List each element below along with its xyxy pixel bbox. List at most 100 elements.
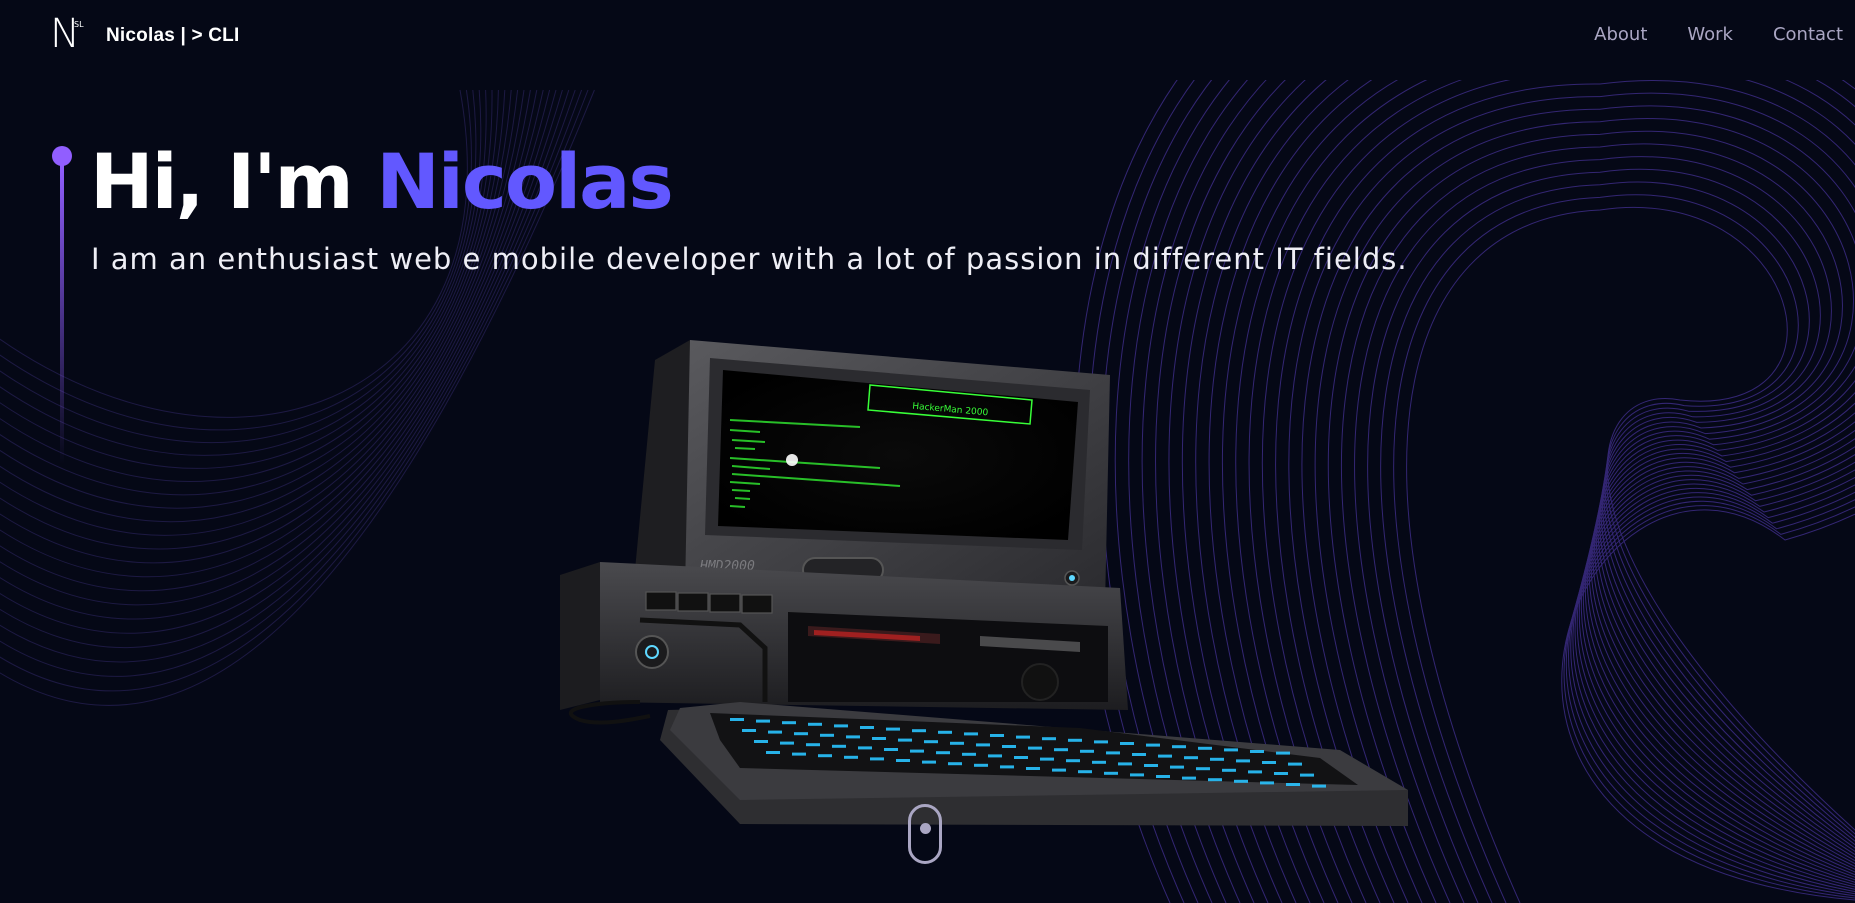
key-light: [1248, 770, 1262, 774]
key-light: [896, 759, 910, 762]
key-light: [1054, 748, 1068, 752]
key-light: [1156, 775, 1170, 778]
key-light: [846, 735, 860, 739]
key-light: [1210, 757, 1224, 761]
key-light: [1276, 751, 1290, 755]
key-light: [1104, 771, 1118, 775]
key-light: [872, 737, 886, 740]
key-light: [820, 733, 834, 737]
key-light: [936, 751, 950, 755]
key-light: [780, 741, 794, 745]
key-light: [792, 752, 806, 756]
key-light: [1312, 784, 1326, 788]
key-light: [1198, 746, 1212, 750]
monitor-side: [635, 340, 690, 590]
key-light: [1092, 760, 1106, 764]
key-light: [1274, 772, 1288, 775]
scroll-indicator-dot: [919, 823, 931, 834]
key-light: [948, 762, 962, 766]
key-light: [1222, 768, 1236, 772]
hero-greeting: Hi, I'm: [90, 137, 377, 226]
key-light: [886, 727, 900, 731]
base-case-side: [560, 562, 600, 710]
key-light: [1094, 740, 1108, 744]
key-light: [1002, 745, 1016, 748]
key-light: [1286, 783, 1300, 786]
key-light: [1118, 762, 1132, 766]
key-light: [806, 743, 820, 747]
key-light: [754, 740, 768, 743]
key-light: [1300, 773, 1314, 777]
top-navbar: N SL Nicolas | > CLI About Work Contact: [0, 0, 1855, 80]
key-light: [1184, 756, 1198, 760]
key-light: [1208, 778, 1222, 782]
key-light: [818, 754, 832, 758]
key-light: [756, 719, 770, 723]
key-light: [860, 726, 874, 729]
key-light: [988, 754, 1002, 758]
nav-link-contact[interactable]: Contact: [1773, 24, 1843, 45]
accent-dot: [52, 146, 72, 166]
key-light: [742, 729, 756, 732]
logo-side-text: SL: [74, 20, 84, 29]
key-light: [1078, 770, 1092, 774]
key-light: [1132, 753, 1146, 756]
key-light: [1250, 750, 1264, 753]
drive-bay: [788, 612, 1108, 702]
key-light: [950, 741, 964, 745]
hero-accent-line: [52, 146, 72, 466]
key-light: [766, 751, 780, 754]
key-light: [730, 718, 744, 721]
key-light: [1014, 756, 1028, 759]
key-light: [1068, 738, 1082, 742]
key-light: [1106, 751, 1120, 755]
key-light: [1000, 765, 1014, 769]
logo-text: Nicolas | > CLI: [106, 25, 240, 46]
key-light: [922, 760, 936, 764]
key-light: [912, 729, 926, 733]
key-light: [794, 732, 808, 736]
key-light: [1040, 757, 1054, 761]
logo-link[interactable]: N SL Nicolas | > CLI: [50, 14, 240, 56]
key-light: [884, 748, 898, 751]
key-light: [1130, 773, 1144, 777]
key-light: [898, 738, 912, 742]
case-power-button: [635, 635, 669, 669]
key-light: [870, 757, 884, 761]
key-light: [1026, 767, 1040, 770]
key-light: [1170, 765, 1184, 769]
hero-subtitle: I am an enthusiast web e mobile develope…: [91, 242, 1408, 276]
key-light: [938, 730, 952, 734]
key-light: [964, 732, 978, 736]
key-light: [1260, 781, 1274, 785]
nav-link-work[interactable]: Work: [1687, 24, 1733, 45]
logo-icon: N SL: [50, 14, 84, 56]
key-light: [808, 722, 822, 726]
hero-name: Nicolas: [376, 137, 673, 226]
key-light: [1196, 767, 1210, 771]
screen-flash: [786, 454, 798, 466]
key-light: [782, 721, 796, 725]
computer-3d-model[interactable]: HackerMan 2000 HMD2000: [560, 330, 1420, 850]
portfolio-page: N SL Nicolas | > CLI About Work Contact …: [0, 0, 1855, 903]
keyboard-cable: [569, 700, 651, 725]
key-light: [1172, 745, 1186, 749]
key-light: [974, 763, 988, 767]
scroll-down-button[interactable]: [908, 804, 942, 864]
key-light: [1288, 762, 1302, 766]
key-light: [990, 734, 1004, 737]
key-light: [1066, 759, 1080, 763]
key-light: [1042, 737, 1056, 741]
key-light: [844, 755, 858, 759]
key-light: [834, 724, 848, 728]
key-light: [976, 743, 990, 747]
key-light: [910, 749, 924, 753]
accent-bar: [60, 164, 64, 464]
key-light: [1262, 761, 1276, 764]
nav-link-about[interactable]: About: [1594, 24, 1647, 45]
key-light: [1182, 776, 1196, 780]
key-light: [1158, 754, 1172, 758]
key-light: [1080, 749, 1094, 753]
key-light: [1016, 735, 1030, 739]
key-light: [1146, 743, 1160, 747]
